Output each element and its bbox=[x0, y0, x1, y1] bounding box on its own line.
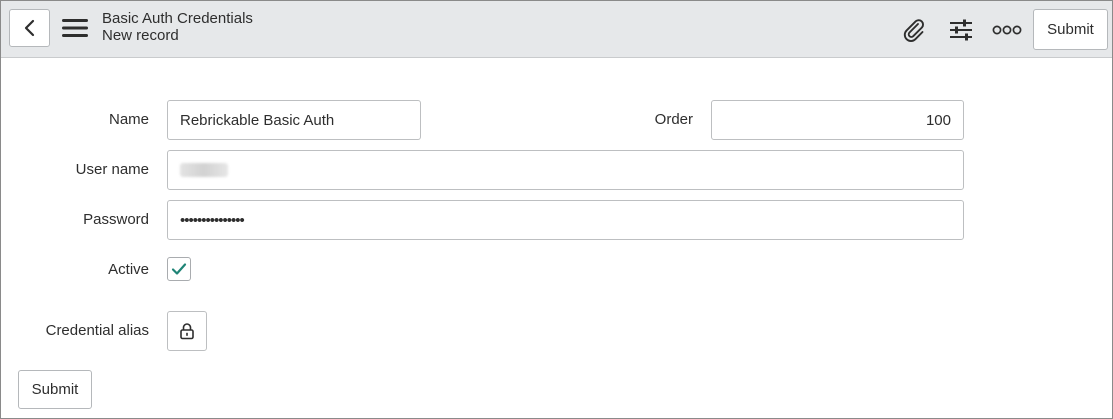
more-options-icon[interactable] bbox=[991, 14, 1023, 46]
name-label: Name bbox=[108, 111, 149, 128]
form-header: Basic Auth Credentials New record Submit bbox=[1, 1, 1112, 58]
password-input[interactable]: ••••••••••••••• bbox=[167, 200, 964, 240]
active-checkbox[interactable] bbox=[167, 257, 191, 281]
order-label: Order bbox=[654, 111, 693, 128]
name-input[interactable]: Rebrickable Basic Auth bbox=[167, 100, 421, 140]
checkmark-icon bbox=[171, 263, 187, 275]
credential-alias-lock-button[interactable] bbox=[167, 311, 207, 351]
back-arrow-icon bbox=[24, 19, 34, 37]
credential-alias-label: Credential alias bbox=[45, 322, 149, 339]
user-name-label: User name bbox=[75, 161, 149, 178]
page-subtitle: New record bbox=[102, 27, 179, 44]
page-title: Basic Auth Credentials bbox=[102, 10, 253, 27]
submit-button-header[interactable]: Submit bbox=[1033, 9, 1108, 50]
paperclip-icon[interactable] bbox=[898, 14, 930, 46]
password-label: Password bbox=[83, 211, 149, 228]
order-input[interactable]: 100 bbox=[711, 100, 964, 140]
back-button[interactable] bbox=[9, 9, 50, 47]
hamburger-menu-icon[interactable] bbox=[61, 17, 91, 41]
active-label: Active bbox=[108, 261, 149, 278]
submit-button-footer[interactable]: Submit bbox=[18, 370, 92, 409]
user-name-input[interactable] bbox=[167, 150, 964, 190]
lock-icon bbox=[180, 323, 194, 340]
sliders-icon[interactable] bbox=[945, 14, 977, 46]
redacted-value bbox=[180, 163, 228, 177]
